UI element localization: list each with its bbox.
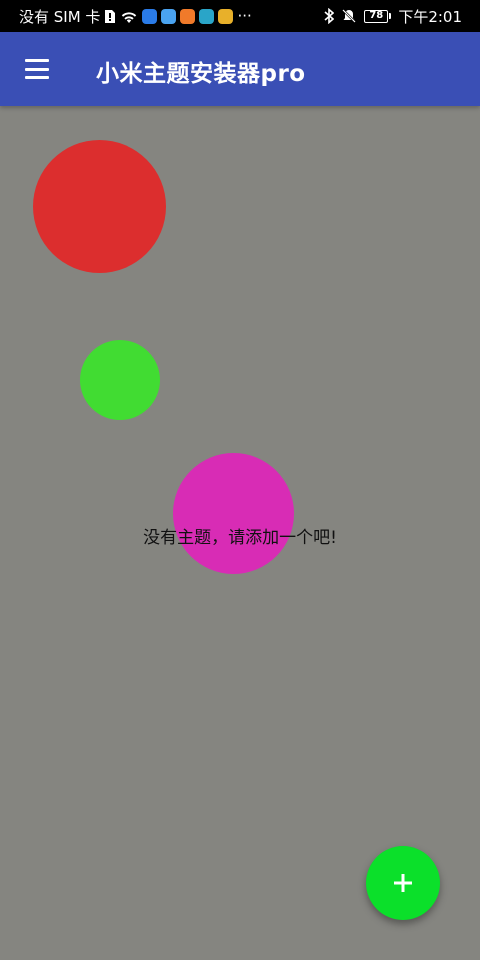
battery-tip [389, 13, 392, 19]
app-bar: 小米主题安装器pro [0, 32, 480, 106]
menu-line [25, 76, 49, 79]
cloud-app-icon [142, 8, 158, 24]
decorative-magenta-circle [173, 453, 294, 574]
bluetooth-icon [324, 8, 335, 24]
app-title: 小米主题安装器pro [96, 61, 306, 87]
add-theme-button[interactable] [366, 846, 440, 920]
hamburger-menu-icon[interactable] [25, 59, 49, 79]
clock-text: 下午2:01 [398, 7, 462, 26]
mute-bell-icon [341, 8, 357, 24]
decorative-red-circle [33, 140, 166, 273]
app-screen: 没有 SIM 卡 ··· 78 下午2:01 小米主题安装器pro 没有主题，请… [0, 0, 480, 960]
battery-level: 78 [364, 9, 389, 23]
more-notifications-icon: ··· [237, 7, 252, 25]
sim-alert-icon [104, 9, 116, 24]
menu-line [25, 67, 49, 71]
status-bar: 没有 SIM 卡 ··· 78 下午2:01 [0, 0, 480, 32]
status-right: 78 下午2:01 [324, 6, 462, 27]
carrier-text: 没有 SIM 卡 [19, 7, 101, 26]
menu-line [25, 59, 49, 62]
plus-icon [394, 874, 412, 892]
video-app-icon [180, 8, 196, 24]
store-app-icon [218, 8, 234, 24]
battery-indicator: 78 [364, 9, 392, 23]
empty-state-message: 没有主题，请添加一个吧! [143, 528, 337, 548]
decorative-green-circle [80, 340, 160, 420]
cloud-storage-icon [161, 8, 177, 24]
wifi-icon [120, 9, 138, 24]
gallery-app-icon [199, 8, 215, 24]
status-left: 没有 SIM 卡 ··· [19, 6, 324, 27]
